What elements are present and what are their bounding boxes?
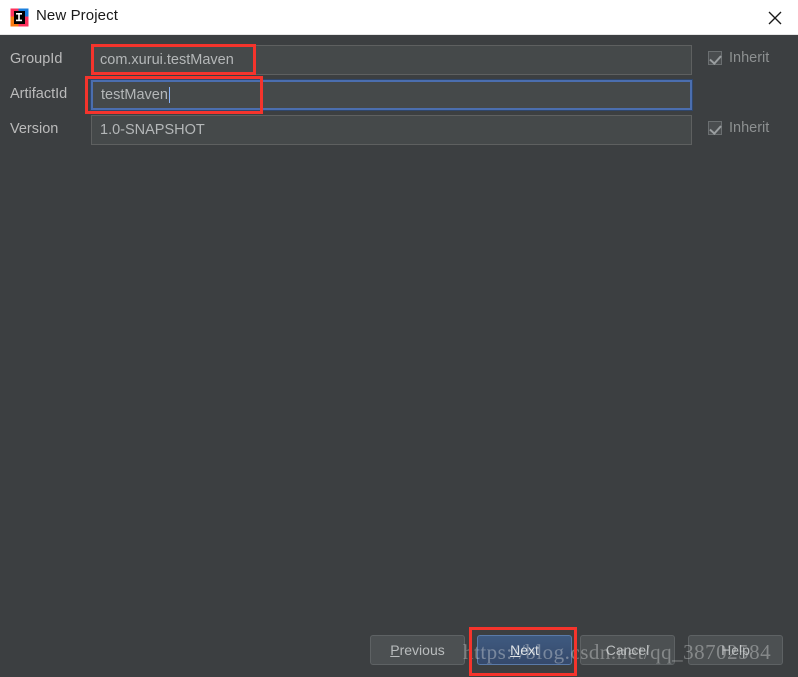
artifactid-input[interactable]: testMaven <box>90 79 693 111</box>
next-mnemonic: N <box>510 642 521 658</box>
groupid-input[interactable]: com.xurui.testMaven <box>91 45 692 75</box>
help-button[interactable]: Help <box>688 635 783 665</box>
window-title: New Project <box>36 7 118 24</box>
groupid-inherit-label: Inherit <box>729 50 770 66</box>
version-value: 1.0-SNAPSHOT <box>100 122 205 138</box>
previous-label-rest: revious <box>399 642 445 658</box>
version-input[interactable]: 1.0-SNAPSHOT <box>91 115 692 145</box>
version-inherit-checkbox[interactable]: Inherit <box>708 120 769 136</box>
form-row-groupid: GroupId com.xurui.testMaven Inherit <box>0 45 798 75</box>
groupid-value: com.xurui.testMaven <box>100 52 234 68</box>
artifactid-label: ArtifactId <box>10 86 68 102</box>
form-row-artifactid: ArtifactId testMaven <box>0 79 798 111</box>
previous-mnemonic: P <box>390 642 400 658</box>
maven-coordinates-form: GroupId com.xurui.testMaven Inherit Arti… <box>0 35 798 635</box>
window-titlebar: New Project <box>0 0 798 35</box>
dialog-footer: Previous Next Cancel Help <box>0 625 798 677</box>
text-caret <box>168 87 170 103</box>
form-row-version: Version 1.0-SNAPSHOT Inherit <box>0 115 798 145</box>
artifactid-value: testMaven <box>101 87 168 103</box>
previous-button[interactable]: Previous <box>370 635 465 665</box>
version-inherit-label: Inherit <box>729 120 770 136</box>
checkbox-checked-icon <box>708 51 722 65</box>
checkbox-checked-icon <box>708 121 722 135</box>
version-label: Version <box>10 121 59 137</box>
groupid-inherit-checkbox[interactable]: Inherit <box>708 50 769 66</box>
intellij-idea-icon <box>10 8 29 27</box>
next-button[interactable]: Next <box>477 635 572 665</box>
groupid-label: GroupId <box>10 51 63 67</box>
next-label-rest: ext <box>520 642 539 658</box>
cancel-button[interactable]: Cancel <box>580 635 675 665</box>
close-icon[interactable] <box>752 0 798 35</box>
